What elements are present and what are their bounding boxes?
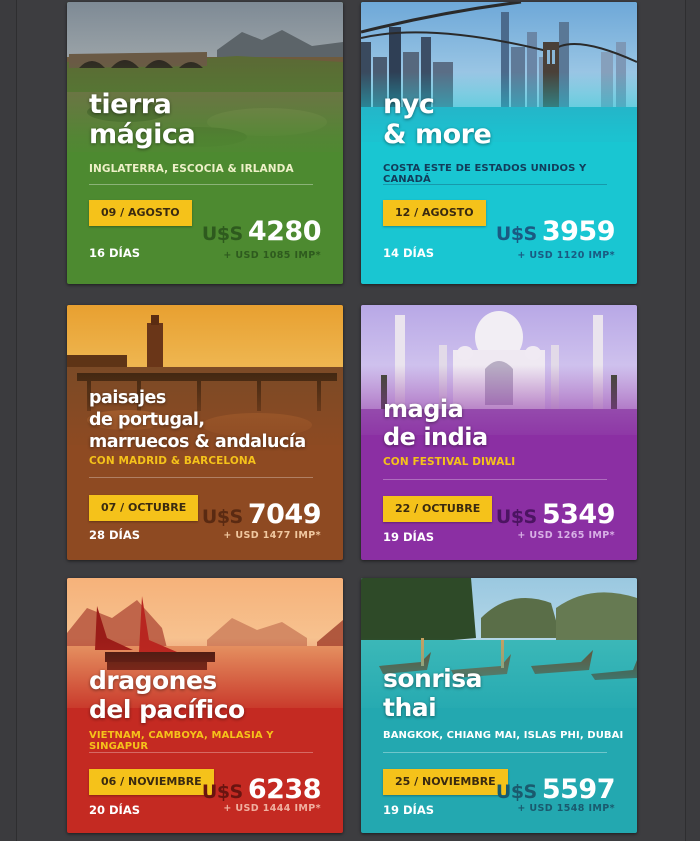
currency-symbol: U$S <box>495 223 537 245</box>
duration-label: 16 DÍAS <box>89 246 141 260</box>
price: U$S 6238 <box>201 774 322 805</box>
duration-label: 14 DÍAS <box>383 246 435 260</box>
price: U$S 5597 <box>495 774 616 805</box>
page-frame: tierra mágica INGLATERRA, ESCOCIA & IRLA… <box>16 0 686 841</box>
duration-label: 20 DÍAS <box>89 803 141 817</box>
duration-label: 19 DÍAS <box>383 530 435 544</box>
tour-card-sonrisa-thai[interactable]: sonrisa thai BANGKOK, CHIANG MAI, ISLAS … <box>361 578 637 833</box>
departure-date-badge[interactable]: 12 / AGOSTO <box>383 200 486 226</box>
price: U$S 7049 <box>201 499 322 530</box>
currency-symbol: U$S <box>201 506 243 528</box>
divider <box>383 184 607 185</box>
price: U$S 4280 <box>201 216 322 247</box>
departure-date-badge[interactable]: 06 / NOVIEMBRE <box>89 769 214 795</box>
currency-symbol: U$S <box>201 781 243 803</box>
divider <box>383 752 607 753</box>
taxes-note: + USD 1265 IMP* <box>517 530 615 541</box>
divider <box>89 477 313 478</box>
tour-subtitle: INGLATERRA, ESCOCIA & IRLANDA <box>89 163 294 175</box>
taxes-note: + USD 1477 IMP* <box>223 530 321 541</box>
departure-date-badge[interactable]: 25 / NOVIEMBRE <box>383 769 508 795</box>
currency-symbol: U$S <box>495 506 537 528</box>
price-amount: 5349 <box>541 499 616 530</box>
tour-subtitle: CON MADRID & BARCELONA <box>89 455 256 467</box>
departure-date-badge[interactable]: 22 / OCTUBRE <box>383 496 493 522</box>
tour-card-magia-de-india[interactable]: magia de india CON FESTIVAL DIWALI 22 / … <box>361 305 637 560</box>
tour-card-tierra-magica[interactable]: tierra mágica INGLATERRA, ESCOCIA & IRLA… <box>67 2 343 284</box>
tour-title: paisajes de portugal, marruecos & andalu… <box>89 388 306 452</box>
currency-symbol: U$S <box>495 781 537 803</box>
tour-title: dragones del pacífico <box>89 666 245 724</box>
departure-date-badge[interactable]: 07 / OCTUBRE <box>89 495 199 521</box>
tour-card-nyc-and-more[interactable]: nyc & more COSTA ESTE DE ESTADOS UNIDOS … <box>361 2 637 284</box>
divider <box>383 479 607 480</box>
taxes-note: + USD 1085 IMP* <box>223 250 321 261</box>
tour-title: magia de india <box>383 395 488 451</box>
price-amount: 5597 <box>541 774 616 805</box>
duration-label: 28 DÍAS <box>89 528 141 542</box>
price-amount: 6238 <box>247 774 322 805</box>
tour-card-paisajes-portugal[interactable]: paisajes de portugal, marruecos & andalu… <box>67 305 343 560</box>
divider <box>89 184 313 185</box>
tour-subtitle: VIETNAM, CAMBOYA, MALASIA Y SINGAPUR <box>89 730 274 752</box>
tour-subtitle: COSTA ESTE DE ESTADOS UNIDOS Y CANADÁ <box>383 163 587 185</box>
taxes-note: + USD 1444 IMP* <box>223 803 321 814</box>
price-amount: 4280 <box>247 216 322 247</box>
duration-label: 19 DÍAS <box>383 803 435 817</box>
taxes-note: + USD 1120 IMP* <box>517 250 615 261</box>
tour-card-dragones-del-pacifico[interactable]: dragones del pacífico VIETNAM, CAMBOYA, … <box>67 578 343 833</box>
tour-title: tierra mágica <box>89 89 196 150</box>
price: U$S 3959 <box>495 216 616 247</box>
price: U$S 5349 <box>495 499 616 530</box>
price-amount: 3959 <box>541 216 616 247</box>
tour-subtitle: CON FESTIVAL DIWALI <box>383 456 516 468</box>
price-amount: 7049 <box>247 499 322 530</box>
tour-subtitle: BANGKOK, CHIANG MAI, ISLAS PHI, DUBAI <box>383 730 624 741</box>
divider <box>89 752 313 753</box>
tour-title: sonrisa thai <box>383 664 483 722</box>
tour-title: nyc & more <box>383 89 492 150</box>
departure-date-badge[interactable]: 09 / AGOSTO <box>89 200 192 226</box>
taxes-note: + USD 1548 IMP* <box>517 803 615 814</box>
currency-symbol: U$S <box>201 223 243 245</box>
